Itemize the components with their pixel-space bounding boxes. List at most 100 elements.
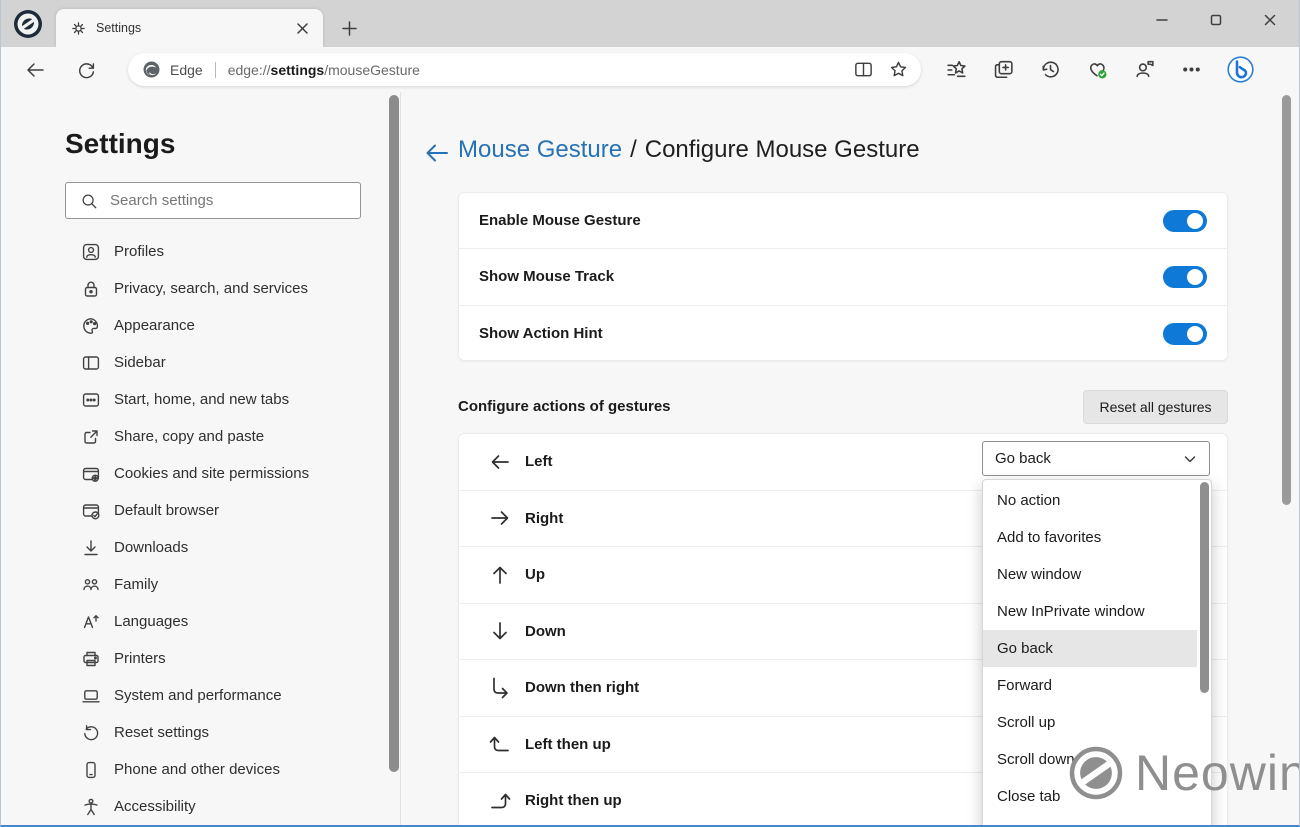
- gesture-toggles-card: Enable Mouse Gesture Show Mouse Track Sh…: [458, 192, 1228, 361]
- favorites-icon[interactable]: [945, 58, 968, 81]
- address-separator: [215, 62, 216, 78]
- sidebar-item-cookies-permissions[interactable]: Cookies and site permissions: [1, 455, 391, 492]
- browser-essentials-icon[interactable]: [1086, 58, 1109, 81]
- arrow-left-then-up-icon: [489, 733, 511, 755]
- tab-close-button[interactable]: [291, 17, 313, 39]
- collections-icon[interactable]: [992, 58, 1015, 81]
- sidebar-item-family[interactable]: Family: [1, 566, 391, 603]
- languages-icon: [81, 612, 101, 632]
- lock-icon: [81, 279, 101, 299]
- split-screen-icon[interactable]: [853, 59, 874, 80]
- feedback-person-icon[interactable]: [1133, 58, 1156, 81]
- neowin-app-icon: [13, 9, 43, 39]
- search-input[interactable]: [110, 192, 330, 209]
- profiles-icon: [81, 242, 101, 262]
- sidebar-item-default-browser[interactable]: Default browser: [1, 492, 391, 529]
- gear-icon: [70, 20, 87, 37]
- tab-title: Settings: [96, 21, 291, 35]
- favorite-star-icon[interactable]: [888, 59, 909, 80]
- history-icon[interactable]: [1039, 58, 1062, 81]
- sidebar-item-sidebar[interactable]: Sidebar: [1, 344, 391, 381]
- toggle-row-show-action-hint: Show Action Hint: [459, 306, 1227, 362]
- dropdown-item-go-back[interactable]: Go back: [983, 630, 1197, 667]
- left-gesture-action-select[interactable]: Go back: [982, 441, 1210, 476]
- sidebar-item-system-performance[interactable]: System and performance: [1, 677, 391, 714]
- chevron-down-icon: [1183, 452, 1197, 466]
- tab-settings[interactable]: Settings: [56, 9, 323, 47]
- palette-icon: [81, 316, 101, 336]
- back-button[interactable]: [21, 56, 49, 84]
- address-bar[interactable]: Edge edge://settings/mouseGesture: [128, 53, 921, 86]
- breadcrumb-link-mouse-gesture[interactable]: Mouse Gesture: [458, 136, 622, 163]
- close-button[interactable]: [1243, 0, 1297, 40]
- dropdown-item-new-window[interactable]: New window: [983, 556, 1197, 593]
- arrow-down-icon: [489, 620, 511, 642]
- toggle-row-show-mouse-track: Show Mouse Track: [459, 249, 1227, 305]
- cookies-icon: [81, 464, 101, 484]
- share-icon: [81, 427, 101, 447]
- reset-icon: [81, 723, 101, 743]
- family-icon: [81, 575, 101, 595]
- arrow-right-icon: [489, 507, 511, 529]
- page-scrollbar[interactable]: [1282, 95, 1291, 505]
- sidebar-item-languages[interactable]: Languages: [1, 603, 391, 640]
- breadcrumb-separator: /: [630, 136, 637, 163]
- sidebar-panel-icon: [81, 353, 101, 373]
- select-value: Go back: [995, 450, 1183, 467]
- show-mouse-track-toggle[interactable]: [1163, 266, 1207, 288]
- edge-logo-icon: [142, 60, 161, 79]
- more-options-icon[interactable]: [1180, 58, 1203, 81]
- show-action-hint-toggle[interactable]: [1163, 323, 1207, 345]
- sidebar-item-start-home-tabs[interactable]: Start, home, and new tabs: [1, 381, 391, 418]
- printer-icon: [81, 649, 101, 669]
- sidebar-item-accessibility[interactable]: Accessibility: [1, 788, 391, 825]
- dropdown-item-add-to-favorites[interactable]: Add to favorites: [983, 519, 1197, 556]
- settings-search-box[interactable]: [65, 182, 361, 219]
- browser-window: Settings: [0, 0, 1300, 827]
- sidebar-item-reset-settings[interactable]: Reset settings: [1, 714, 391, 751]
- bing-chat-icon[interactable]: [1227, 56, 1254, 83]
- url-text: edge://settings/mouseGesture: [228, 62, 853, 78]
- sidebar-item-phone-devices[interactable]: Phone and other devices: [1, 751, 391, 788]
- settings-sidebar: Settings Profiles Privacy, search, and s…: [1, 92, 391, 825]
- breadcrumb-back-icon[interactable]: [423, 139, 451, 167]
- navigation-toolbar: Edge edge://settings/mouseGesture: [1, 47, 1299, 92]
- minimize-button[interactable]: [1135, 0, 1189, 40]
- sidebar-scrollbar[interactable]: [389, 95, 399, 772]
- maximize-button[interactable]: [1189, 0, 1243, 40]
- sidebar-list: Profiles Privacy, search, and services A…: [1, 233, 391, 825]
- arrow-up-icon: [489, 564, 511, 586]
- breadcrumb-current: Configure Mouse Gesture: [645, 136, 920, 163]
- new-tab-page-icon: [81, 390, 101, 410]
- refresh-button[interactable]: [72, 56, 100, 84]
- new-tab-button[interactable]: [337, 16, 361, 40]
- neowin-watermark: Neowin: [1069, 744, 1300, 802]
- dropdown-item-new-inprivate-window[interactable]: New InPrivate window: [983, 593, 1197, 630]
- laptop-icon: [81, 686, 101, 706]
- settings-content: Mouse Gesture / Configure Mouse Gesture En…: [401, 92, 1299, 825]
- sidebar-item-downloads[interactable]: Downloads: [1, 529, 391, 566]
- reset-all-gestures-button[interactable]: Reset all gestures: [1083, 390, 1228, 424]
- toggle-label: Enable Mouse Gesture: [479, 212, 1163, 229]
- sidebar-item-printers[interactable]: Printers: [1, 640, 391, 677]
- sidebar-item-share-copy-paste[interactable]: Share, copy and paste: [1, 418, 391, 455]
- phone-icon: [81, 760, 101, 780]
- section-heading: Configure actions of gestures: [458, 398, 671, 415]
- sidebar-title: Settings: [65, 128, 175, 160]
- dropdown-item-no-action[interactable]: No action: [983, 482, 1197, 519]
- enable-mouse-gesture-toggle[interactable]: [1163, 210, 1207, 232]
- title-bar: Settings: [1, 0, 1299, 47]
- arrow-left-icon: [489, 451, 511, 473]
- dropdown-scrollbar[interactable]: [1200, 482, 1209, 693]
- arrow-right-then-up-icon: [489, 790, 511, 812]
- download-icon: [81, 538, 101, 558]
- sidebar-item-profiles[interactable]: Profiles: [1, 233, 391, 270]
- sidebar-item-privacy[interactable]: Privacy, search, and services: [1, 270, 391, 307]
- dropdown-item-forward[interactable]: Forward: [983, 667, 1197, 704]
- site-label: Edge: [170, 62, 203, 78]
- toggle-row-enable-mouse-gesture: Enable Mouse Gesture: [459, 193, 1227, 249]
- accessibility-icon: [81, 797, 101, 817]
- sidebar-item-appearance[interactable]: Appearance: [1, 307, 391, 344]
- search-icon: [80, 192, 98, 210]
- dropdown-item-scroll-up[interactable]: Scroll up: [983, 704, 1197, 741]
